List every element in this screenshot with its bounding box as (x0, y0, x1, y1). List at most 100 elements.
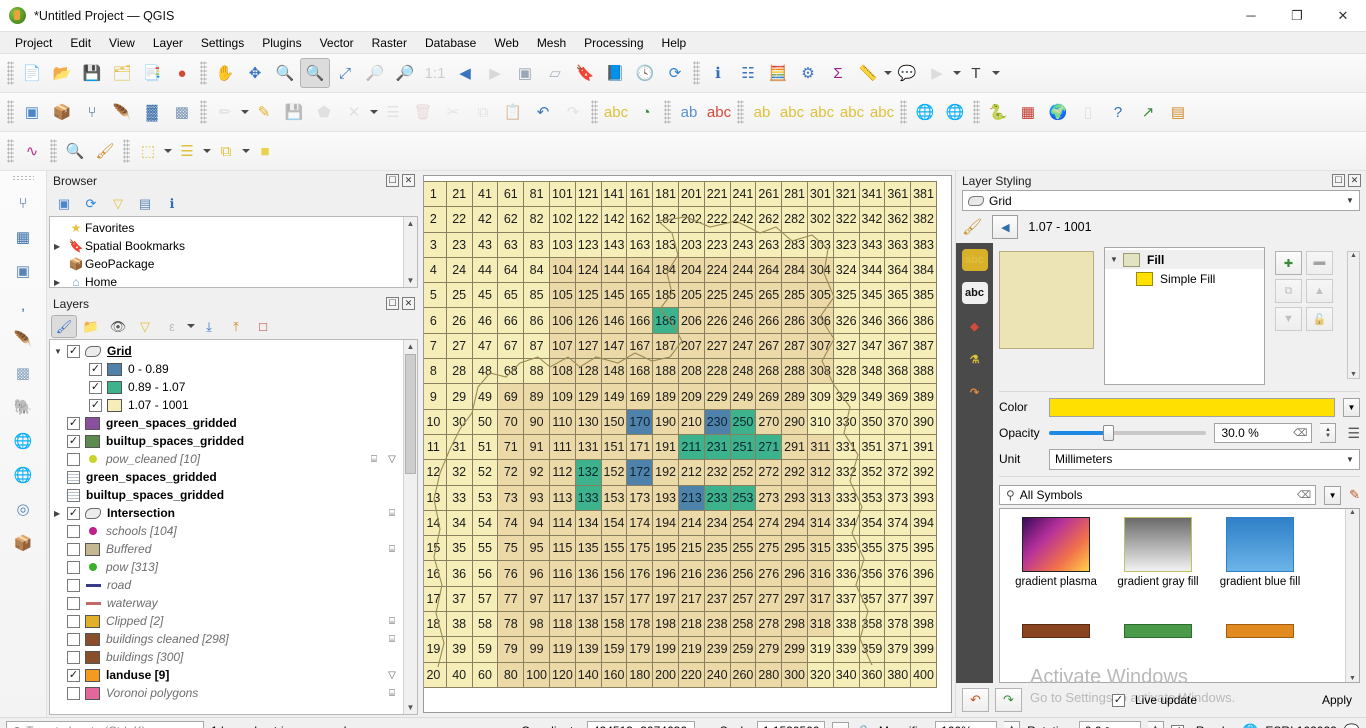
grid-cell[interactable]: 39 (445, 636, 473, 663)
grid-cell[interactable]: 89 (523, 383, 550, 410)
grid-cell[interactable]: 195 (652, 535, 679, 562)
grid-cell[interactable]: 169 (626, 383, 654, 410)
grid-cell[interactable]: 352 (858, 459, 886, 486)
grid-cell[interactable]: 288 (781, 358, 808, 385)
opacity-stepper[interactable]: ▲ ▼ (1320, 423, 1337, 443)
messages-icon[interactable]: 💬 (1344, 723, 1360, 728)
grid-cell[interactable]: 324 (832, 256, 860, 284)
manage-map-themes-icon[interactable]: 👁 (105, 315, 131, 338)
grid-cell[interactable]: 323 (832, 231, 860, 258)
layer-visibility-checkbox[interactable] (67, 632, 80, 646)
browser-item[interactable]: ⌂ Home (50, 273, 417, 287)
grid-cell[interactable]: 127 (574, 332, 602, 360)
grid-cell[interactable]: 218 (677, 611, 705, 638)
refresh-icon[interactable]: ⟳ (660, 58, 690, 88)
add-arcgis-layer-icon[interactable]: ◎ (6, 492, 40, 526)
grid-cell[interactable]: 123 (574, 231, 602, 258)
grid-cell[interactable]: 77 (497, 585, 525, 613)
grid-cell[interactable]: 313 (806, 484, 834, 511)
grid-cell[interactable]: 374 (884, 509, 912, 537)
grid-cell[interactable]: 54 (471, 509, 499, 537)
layer-visibility-checkbox[interactable]: ✓ (67, 344, 80, 358)
grid-cell[interactable]: 16 (424, 560, 447, 587)
grid-cell[interactable]: 20 (424, 661, 447, 688)
grid-cell[interactable]: 5 (424, 282, 447, 309)
grid-cell[interactable]: 2 (424, 206, 447, 233)
grid-cell[interactable]: 327 (832, 332, 860, 360)
lock-scale-icon[interactable]: 🔒 (856, 724, 872, 728)
layer-tree-row[interactable]: ✓ Grid (50, 342, 417, 360)
toolbar-grip[interactable] (973, 100, 980, 124)
layer-visibility-checkbox[interactable]: ✓ (67, 668, 80, 682)
grid-cell[interactable]: 120 (548, 661, 576, 688)
toolbar-grip[interactable] (7, 139, 14, 163)
grid-cell[interactable]: 346 (858, 307, 886, 334)
grid-cell[interactable]: 329 (832, 383, 860, 410)
grid-cell[interactable]: 57 (471, 585, 499, 613)
grid-cell[interactable]: 76 (497, 560, 525, 587)
grid-cell[interactable]: 213 (677, 484, 705, 511)
grid-cell[interactable]: 210 (677, 408, 705, 435)
grid-cell[interactable]: 157 (600, 585, 628, 613)
opacity-slider[interactable] (1049, 424, 1207, 442)
grid-cell[interactable]: 296 (781, 560, 808, 587)
grid-cell[interactable]: 253 (729, 484, 757, 511)
layer-selector-combo[interactable]: Grid ▼ (962, 190, 1360, 211)
symbol-search-input[interactable]: ⚲ All Symbols ⌫ (999, 485, 1317, 505)
add-virtual-layer-icon[interactable]: ▩ (6, 356, 40, 390)
add-delimited-text-layer-icon[interactable]: ‚ (6, 288, 40, 322)
filter-icon[interactable]: ▽ (385, 669, 399, 682)
grid-cell[interactable]: 70 (497, 408, 525, 435)
grid-cell[interactable]: 167 (626, 332, 654, 360)
layer-tree-row[interactable]: ✓ Intersection ⌸ (50, 504, 417, 522)
diagrams-tab-icon[interactable]: ⚗ (962, 348, 988, 370)
magnifier-field[interactable]: 100% (935, 721, 998, 728)
grid-cell[interactable]: 103 (548, 231, 576, 258)
edit-icon[interactable]: ⌸ (367, 453, 381, 466)
grid-cell[interactable]: 316 (806, 560, 834, 587)
layers-float-icon[interactable]: ☐ (386, 297, 399, 310)
grid-cell[interactable]: 64 (497, 256, 525, 284)
symbol-gallery-item[interactable]: gradient gray fill (1108, 517, 1208, 622)
grid-cell[interactable]: 92 (523, 459, 550, 486)
grid-cell[interactable]: 62 (497, 206, 525, 233)
grid-cell[interactable]: 18 (424, 611, 447, 638)
grid-cell[interactable]: 400 (910, 661, 937, 688)
add-spatialite-layer-icon[interactable]: 🪶 (107, 97, 137, 127)
grid-cell[interactable]: 211 (677, 433, 705, 461)
grid-cell[interactable]: 129 (574, 383, 602, 410)
new-text-annotation-icon[interactable]: T (961, 58, 991, 88)
grid-cell[interactable]: 56 (471, 560, 499, 587)
grid-cell[interactable]: 49 (471, 383, 499, 410)
toolbar-grip[interactable] (900, 100, 907, 124)
edit-icon[interactable]: ⌸ (385, 633, 399, 646)
grid-cell[interactable]: 138 (574, 611, 602, 638)
grid-cell[interactable]: 294 (781, 509, 808, 537)
grid-cell[interactable]: 82 (523, 206, 550, 233)
add-geopackage-layer-icon[interactable]: 📦 (6, 526, 40, 560)
symbol-gallery-item[interactable]: gradient plasma (1006, 517, 1106, 622)
grid-cell[interactable]: 104 (548, 256, 576, 284)
color-swatch-button[interactable] (1049, 397, 1335, 417)
layer-tree-row[interactable]: pow [313] (50, 558, 417, 576)
grid-cell[interactable]: 55 (471, 535, 499, 562)
new-print-layout-icon[interactable]: 📑 (137, 58, 167, 88)
grid-cell[interactable]: 202 (677, 206, 705, 233)
grid-cell[interactable]: 25 (445, 282, 473, 309)
layer-visibility-checkbox[interactable]: ✓ (67, 506, 80, 520)
grid-cell[interactable]: 108 (548, 358, 576, 385)
browser-item[interactable]: 🔖Spatial Bookmarks (50, 237, 417, 255)
grid-cell[interactable]: 12 (424, 459, 447, 486)
grid-cell[interactable]: 317 (806, 585, 834, 613)
grid-cell[interactable]: 128 (574, 358, 602, 385)
grid-cell[interactable]: 185 (652, 282, 679, 309)
slider-knob[interactable] (1102, 425, 1114, 441)
grid-cell[interactable]: 26 (445, 307, 473, 334)
layer-tree-row[interactable]: ✓ green_spaces_gridded (50, 414, 417, 432)
grid-cell[interactable]: 196 (652, 560, 679, 587)
grid-cell[interactable]: 6 (424, 307, 447, 334)
grid-cell[interactable]: 285 (781, 282, 808, 309)
grid-cell[interactable]: 269 (755, 383, 783, 410)
browser-scrollbar[interactable]: ▲ ▼ (403, 217, 417, 287)
map-painter-plugin-icon[interactable]: 🖌 (90, 136, 120, 166)
